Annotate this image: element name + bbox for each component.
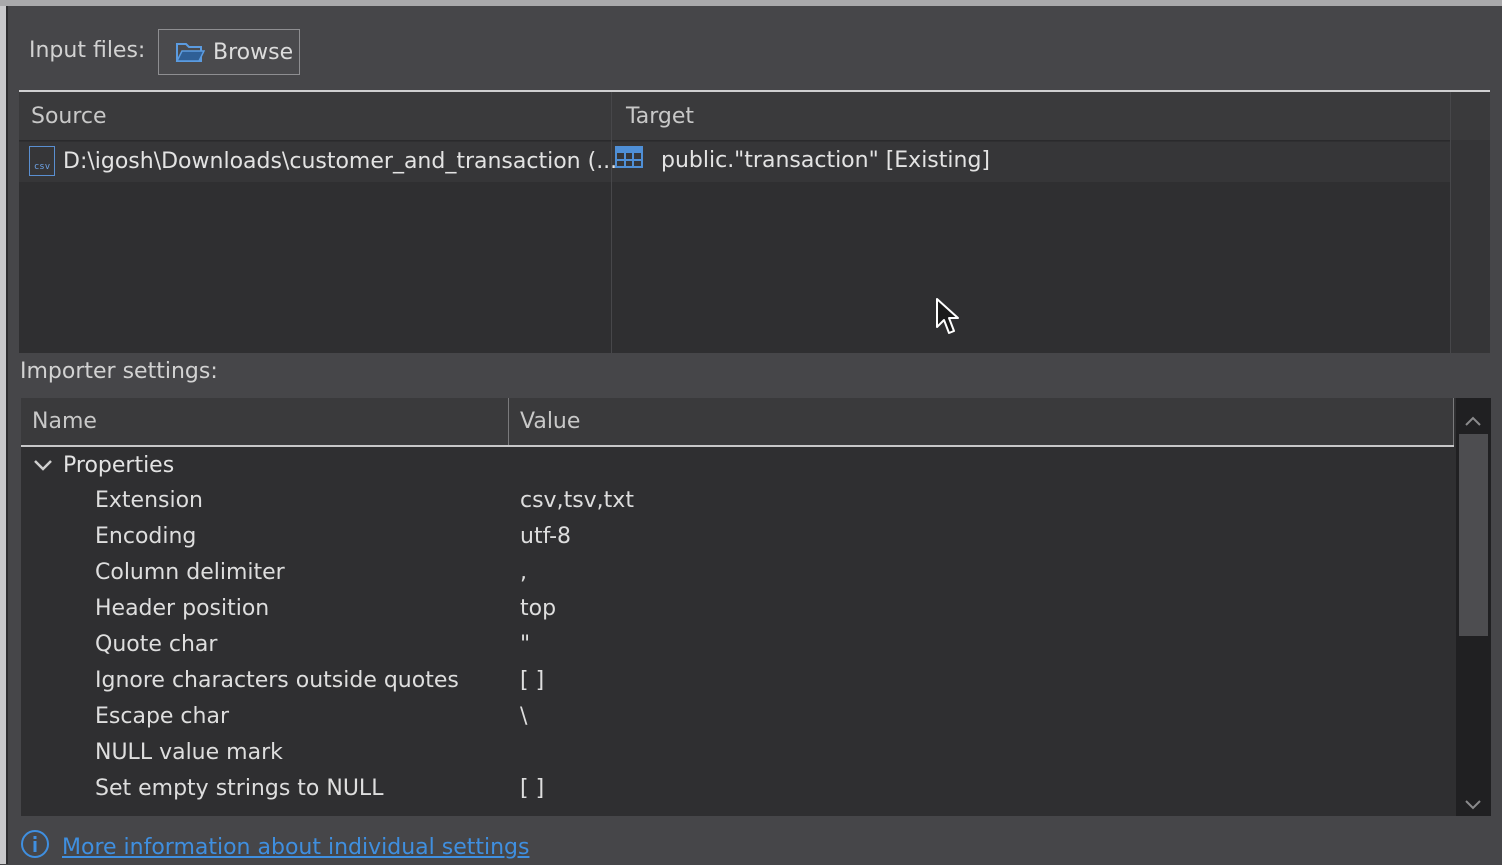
table-row[interactable]: csv D:\igosh\Downloads\customer_and_tran… bbox=[19, 142, 1450, 182]
column-divider bbox=[1453, 398, 1454, 445]
files-table: Source Target csv D:\igosh\Downloads\cus… bbox=[19, 90, 1490, 353]
input-files-label: Input files: bbox=[29, 38, 146, 63]
setting-row-encoding[interactable]: Encoding utf-8 bbox=[21, 520, 1454, 556]
target-cell[interactable]: public."transaction" [Existing] bbox=[615, 146, 990, 174]
files-table-filler bbox=[1451, 140, 1490, 353]
scrollbar-thumb[interactable] bbox=[1459, 434, 1488, 636]
setting-checkbox[interactable]: [ ] bbox=[520, 776, 544, 801]
setting-name: Encoding bbox=[95, 524, 197, 549]
chevron-down-icon[interactable] bbox=[33, 458, 53, 472]
column-divider[interactable] bbox=[611, 92, 612, 353]
source-path: D:\igosh\Downloads\customer_and_transact… bbox=[63, 148, 618, 174]
setting-name: Quote char bbox=[95, 632, 218, 657]
importer-settings-label: Importer settings: bbox=[20, 359, 218, 384]
files-table-header: Source Target bbox=[19, 92, 1490, 141]
table-icon bbox=[615, 146, 643, 174]
setting-name: Set empty strings to NULL bbox=[95, 776, 384, 801]
window-top-border bbox=[0, 0, 1502, 6]
setting-row-null-value-mark[interactable]: NULL value mark bbox=[21, 736, 1454, 772]
setting-name: Ignore characters outside quotes bbox=[95, 668, 459, 693]
setting-value[interactable]: , bbox=[520, 560, 527, 585]
column-header-target[interactable]: Target bbox=[626, 104, 694, 129]
setting-value[interactable]: utf-8 bbox=[520, 524, 571, 549]
browse-label: Browse bbox=[213, 39, 294, 65]
settings-scrollbar[interactable] bbox=[1456, 398, 1491, 816]
setting-row-empty-strings-null[interactable]: Set empty strings to NULL [ ] bbox=[21, 772, 1454, 808]
setting-name: Column delimiter bbox=[95, 560, 285, 585]
mouse-cursor-icon bbox=[936, 298, 960, 344]
settings-table-header: Name Value bbox=[21, 398, 1454, 447]
setting-checkbox[interactable]: [ ] bbox=[520, 668, 544, 693]
column-divider[interactable] bbox=[508, 398, 509, 445]
source-cell[interactable]: csv D:\igosh\Downloads\customer_and_tran… bbox=[29, 146, 617, 176]
window-left-border bbox=[0, 6, 8, 864]
column-header-value[interactable]: Value bbox=[520, 409, 580, 434]
setting-row-extension[interactable]: Extension csv,tsv,txt bbox=[21, 484, 1454, 520]
properties-group-label: Properties bbox=[63, 452, 175, 478]
setting-row-escape-char[interactable]: Escape char \ bbox=[21, 700, 1454, 736]
properties-group[interactable]: Properties bbox=[21, 448, 1454, 482]
target-table: public."transaction" [Existing] bbox=[661, 147, 991, 173]
scroll-up-icon[interactable] bbox=[1464, 408, 1482, 433]
setting-name: Escape char bbox=[95, 704, 229, 729]
scroll-down-icon[interactable] bbox=[1464, 792, 1482, 817]
setting-value[interactable]: csv,tsv,txt bbox=[520, 488, 634, 513]
setting-value[interactable]: " bbox=[520, 632, 530, 657]
setting-row-ignore-outside-quotes[interactable]: Ignore characters outside quotes [ ] bbox=[21, 664, 1454, 700]
info-icon bbox=[20, 829, 50, 865]
column-header-source[interactable]: Source bbox=[31, 104, 107, 129]
setting-value[interactable]: \ bbox=[520, 704, 527, 729]
setting-name: Extension bbox=[95, 488, 204, 513]
setting-value[interactable]: top bbox=[520, 596, 556, 621]
setting-row-quote-char[interactable]: Quote char " bbox=[21, 628, 1454, 664]
settings-table: Name Value Properties Extension csv,tsv,… bbox=[21, 398, 1491, 816]
setting-name: Header position bbox=[95, 596, 270, 621]
more-info-link[interactable]: More information about individual settin… bbox=[62, 835, 529, 860]
setting-name: NULL value mark bbox=[95, 740, 283, 765]
info-footer: More information about individual settin… bbox=[20, 829, 529, 865]
browse-button[interactable]: Browse bbox=[158, 29, 300, 75]
column-header-name[interactable]: Name bbox=[32, 409, 97, 434]
folder-open-icon bbox=[175, 40, 205, 64]
csv-file-icon: csv bbox=[29, 146, 55, 176]
setting-row-header-position[interactable]: Header position top bbox=[21, 592, 1454, 628]
setting-row-column-delimiter[interactable]: Column delimiter , bbox=[21, 556, 1454, 592]
